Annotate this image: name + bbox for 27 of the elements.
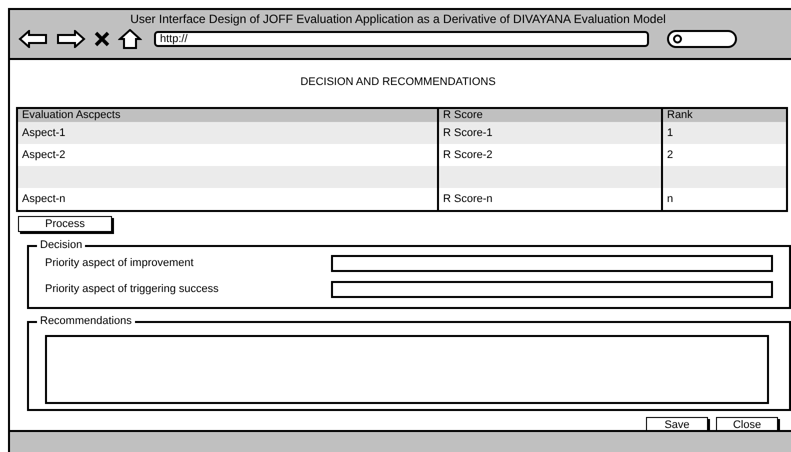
table-cell: n: [667, 192, 674, 204]
group-legend: Recommendations: [37, 314, 135, 328]
text-field[interactable]: [331, 280, 773, 298]
window-title: User Interface Design of JOFF Evaluation Application as a Derivative of DIVAYANA Evaluation Model: [129, 11, 667, 27]
table-cell: R Score-n: [443, 192, 493, 204]
search-icon: [673, 34, 683, 44]
address-field[interactable]: http://: [154, 31, 649, 47]
column-header: Evaluation Ascpects: [21, 108, 122, 122]
table-cell: R Score-1: [443, 126, 493, 138]
back-icon[interactable]: [18, 30, 48, 48]
table-cell: Aspect-2: [22, 148, 66, 160]
table-cell: 1: [667, 126, 674, 138]
table-cell: 2: [667, 148, 674, 160]
field-label: Priority aspect of triggering success: [45, 282, 220, 297]
close-icon[interactable]: [94, 31, 110, 47]
table-cell: Aspect-n: [22, 192, 66, 204]
page-title: DECISION AND RECOMMENDATIONS: [299, 75, 497, 90]
field-label: Priority aspect of improvement: [45, 256, 195, 271]
text-field[interactable]: [331, 254, 773, 272]
text-area[interactable]: [45, 334, 769, 404]
process-button[interactable]: Process: [18, 216, 112, 232]
search-field[interactable]: [667, 30, 737, 48]
table-cell: R Score-2: [443, 148, 493, 160]
forward-icon[interactable]: [56, 30, 86, 48]
table-cell: Aspect-1: [22, 126, 66, 138]
home-icon[interactable]: [118, 29, 142, 49]
group-legend: Decision: [37, 238, 86, 252]
